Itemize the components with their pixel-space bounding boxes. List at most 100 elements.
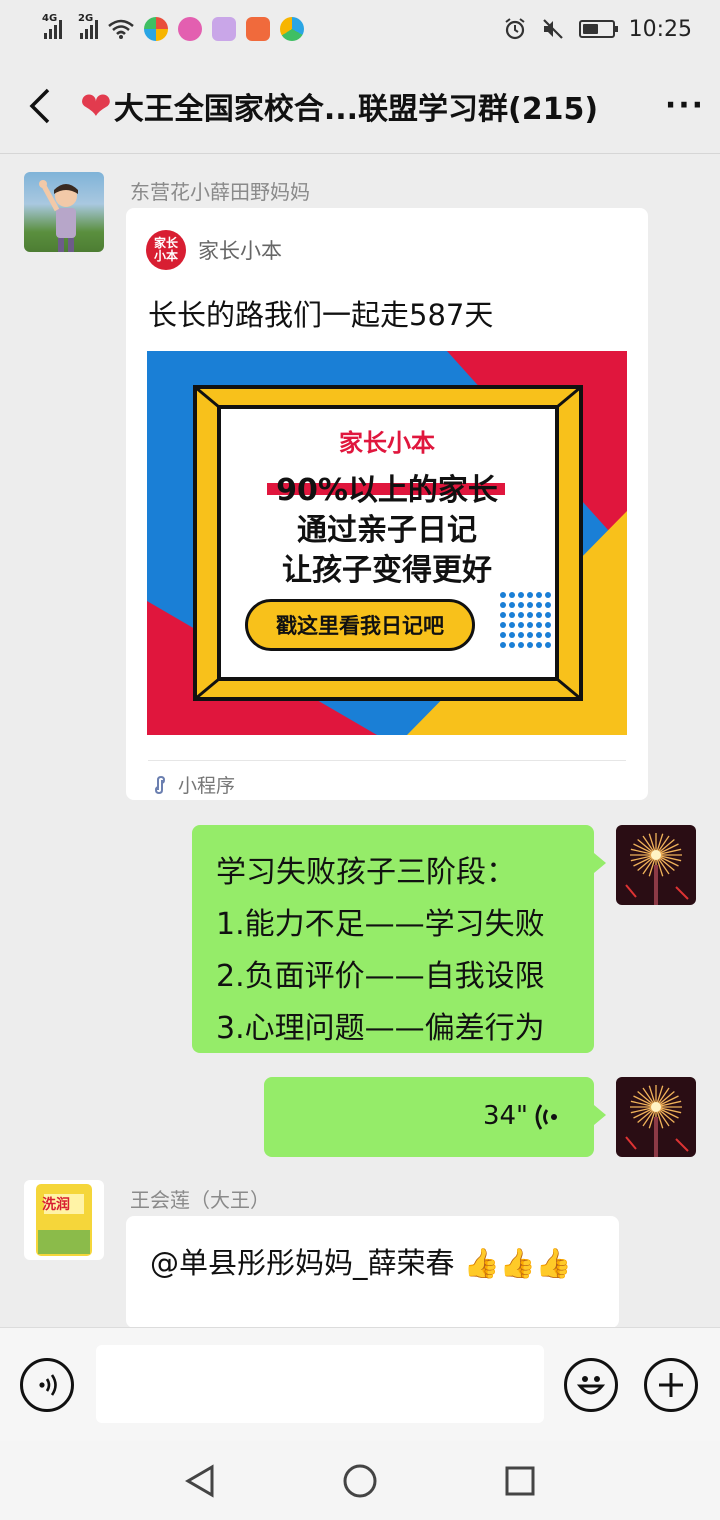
app-logo-icon: 家长小本 <box>146 230 186 270</box>
poster-dot <box>500 632 506 638</box>
system-nav-bar <box>0 1441 720 1520</box>
nav-home-button[interactable] <box>340 1461 380 1501</box>
poster-dot <box>545 632 551 638</box>
status-right: 10:25 <box>503 17 692 42</box>
card-title: 长长的路我们一起走587天 <box>148 298 494 332</box>
weibo-icon <box>144 17 168 41</box>
my-avatar[interactable] <box>616 1077 696 1157</box>
game-center-icon <box>178 17 202 41</box>
poster-dot <box>545 592 551 598</box>
signal-icon-sim2: 2G <box>78 13 98 39</box>
product-photo <box>36 1184 92 1256</box>
text-message-bubble[interactable]: @单县彤彤妈妈_薛荣春 👍👍👍 <box>126 1216 619 1328</box>
card-divider <box>148 760 626 761</box>
card-type-label: 小程序 <box>178 775 236 797</box>
sender-name: 王会莲（大王） <box>130 1188 270 1212</box>
poster-dot <box>500 642 506 648</box>
nav-recents-button[interactable] <box>500 1461 540 1501</box>
poster-dot <box>536 642 542 648</box>
status-bar: 4G 2G 10:25 <box>0 0 720 58</box>
poster-dot <box>509 602 515 608</box>
wifi-icon <box>108 19 134 39</box>
product-brand-text: 洗润 <box>42 1197 70 1213</box>
poster-dot <box>545 622 551 628</box>
plus-icon <box>659 1373 683 1397</box>
card-type: 小程序 <box>150 771 235 798</box>
back-button[interactable] <box>0 58 80 154</box>
network-type-label: 4G <box>42 13 58 24</box>
poster-line-3: 让孩子变得更好 <box>282 553 492 588</box>
poster-dot <box>545 602 551 608</box>
poster-dot <box>518 642 524 648</box>
poster-dot <box>527 622 533 628</box>
poster-dot <box>518 622 524 628</box>
poster-dot <box>518 592 524 598</box>
mini-program-card[interactable]: 家长小本 家长小本 长长的路我们一起走587天 家长小本 90%以上的家长 通过… <box>126 208 648 800</box>
voice-input-button[interactable] <box>20 1358 74 1412</box>
triangle-back-icon <box>185 1464 214 1498</box>
avatar[interactable]: 洗润 <box>24 1180 104 1260</box>
chat-header: ❤ 大王全国家校合...联盟学习群(215) ··· <box>0 58 720 154</box>
poster-dot <box>536 632 542 638</box>
message-line: 1.能力不足——学习失败 <box>216 907 545 942</box>
chat-title: ❤ 大王全国家校合...联盟学习群(215) <box>80 84 598 128</box>
poster-brand: 家长小本 <box>339 429 435 457</box>
poster-dot <box>509 642 515 648</box>
poster-dot <box>500 612 506 618</box>
app-logo-text: 家长小本 <box>153 236 178 263</box>
signal-icon-sim1: 4G <box>42 13 62 39</box>
avatar[interactable] <box>24 172 104 252</box>
poster-dot <box>518 612 524 618</box>
poster-dot <box>509 592 515 598</box>
square-recents-icon <box>505 1466 535 1496</box>
input-bar <box>0 1327 720 1441</box>
fireworks-photo <box>616 1077 696 1157</box>
poster-dot <box>536 592 542 598</box>
circle-home-icon <box>343 1464 377 1498</box>
poster-dot <box>500 592 506 598</box>
message-line: 2.负面评价——自我设限 <box>216 959 545 994</box>
alarm-icon <box>504 18 525 40</box>
message-line: 学习失败孩子三阶段： <box>216 855 516 890</box>
mute-icon <box>542 19 563 39</box>
text-message-bubble[interactable]: 学习失败孩子三阶段： 1.能力不足——学习失败 2.负面评价——自我设限 3.心… <box>192 825 606 1053</box>
fireworks-photo <box>616 825 696 905</box>
poster-dot <box>509 622 515 628</box>
voice-icon <box>39 1374 57 1396</box>
chevron-left-icon <box>29 88 50 123</box>
status-time: 10:25 <box>628 16 692 42</box>
more-actions-button[interactable] <box>644 1358 698 1412</box>
my-avatar[interactable] <box>616 825 696 905</box>
poster-dot <box>500 622 506 628</box>
card-source-name: 家长小本 <box>198 239 282 263</box>
poster-dot <box>527 642 533 648</box>
network-type-label: 2G <box>78 13 94 24</box>
heart-icon: ❤ <box>80 83 112 128</box>
voice-duration: 34" <box>482 1101 528 1131</box>
sender-name: 东营花小薛田野妈妈 <box>130 180 310 204</box>
more-options-button[interactable]: ··· <box>650 88 720 123</box>
poster-dot <box>500 602 506 608</box>
browser-icon <box>280 17 304 41</box>
poster-line-2: 通过亲子日记 <box>297 513 477 548</box>
poster-dot <box>527 612 533 618</box>
emoji-button[interactable] <box>564 1358 618 1412</box>
poster-line-1: 90%以上的家长 <box>276 473 498 508</box>
poster-dot <box>545 642 551 648</box>
music-icon <box>212 17 236 41</box>
voice-message-bubble[interactable]: 34" <box>264 1077 606 1157</box>
mini-program-icon <box>154 775 166 794</box>
message-input[interactable] <box>96 1345 544 1423</box>
poster-dot <box>527 602 533 608</box>
message-line: 3.心理问题——偏差行为 <box>216 1011 545 1046</box>
poster-dot <box>545 612 551 618</box>
chat-title-text: 大王全国家校合...联盟学习群(215) <box>113 91 599 127</box>
poster-dot <box>509 612 515 618</box>
nav-back-button[interactable] <box>180 1461 220 1501</box>
battery-icon <box>578 20 618 38</box>
poster-dot <box>518 602 524 608</box>
voice-wave-icon <box>535 1104 557 1130</box>
poster-dot <box>509 632 515 638</box>
poster-cta-button[interactable]: 戳这里看我日记吧 <box>245 599 475 651</box>
poster-dot <box>536 622 542 628</box>
